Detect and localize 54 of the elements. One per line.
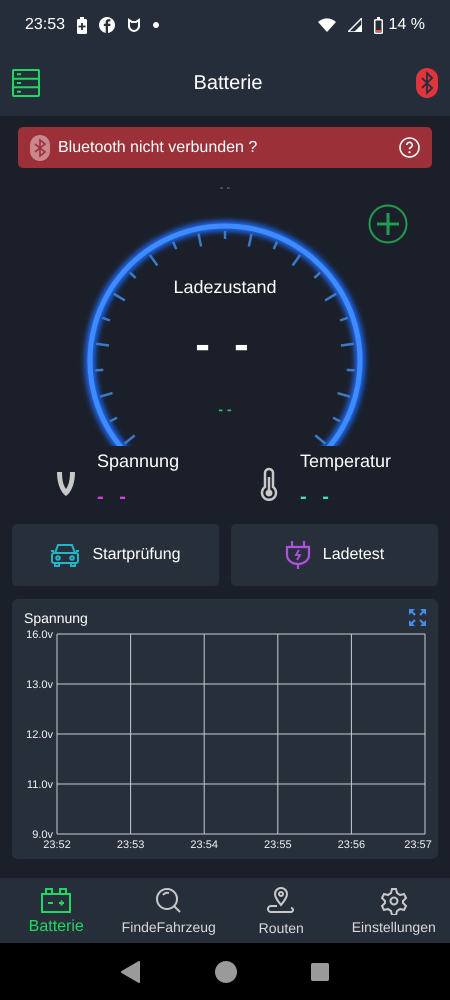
x-axis-label: 23:54 — [190, 839, 218, 851]
app-icon — [99, 17, 116, 33]
reading-label: Temperatur — [300, 451, 392, 472]
action-button[interactable]: Ladetest — [231, 524, 438, 586]
search-icon — [154, 886, 183, 914]
battery-percentage: 14 % — [388, 16, 425, 34]
signal-icon — [348, 18, 362, 32]
chart-title: Spannung — [24, 610, 88, 626]
x-axis-label: 23:53 — [116, 839, 144, 851]
gauge-value: - - — [194, 320, 256, 370]
screen-title: Batterie — [194, 72, 262, 94]
bluetooth-icon — [30, 134, 50, 160]
add-icon[interactable] — [368, 204, 408, 244]
x-axis-label: 23:52 — [43, 839, 71, 851]
settings-icon — [380, 886, 408, 914]
dot-icon — [153, 22, 160, 28]
battery-icon — [374, 16, 383, 34]
x-axis-label: 23:56 — [338, 839, 366, 851]
x-axis-label: 23:55 — [264, 839, 292, 851]
reading-value: - - — [300, 486, 335, 509]
reading-label: Spannung — [97, 451, 180, 472]
v-icon — [55, 470, 77, 498]
shield-icon — [127, 18, 142, 32]
battery-charging-icon — [77, 16, 88, 34]
alert-banner[interactable]: Bluetooth nicht verbunden ? — [18, 127, 432, 168]
alert-text: Bluetooth nicht verbunden ? — [58, 138, 258, 156]
location-pin-icon — [267, 886, 296, 916]
x-axis-label: 23:57 — [404, 839, 432, 851]
battery-icon — [40, 886, 72, 914]
nav-tab[interactable]: Routen — [225, 878, 338, 943]
car-icon — [50, 542, 80, 568]
help-icon[interactable] — [399, 137, 420, 158]
back-icon[interactable] — [121, 961, 141, 983]
y-axis-label: 16.0v — [26, 629, 53, 641]
y-axis-label: 9.0v — [32, 829, 53, 841]
y-axis-label: 11.0v — [26, 779, 53, 791]
action-button[interactable]: Startprüfung — [12, 524, 219, 586]
expand-icon[interactable] — [409, 609, 426, 626]
top-reading: - - — [218, 182, 232, 194]
y-axis-label: 13.0v — [26, 679, 53, 691]
bluetooth-icon[interactable] — [416, 68, 438, 98]
thermometer-icon — [258, 467, 280, 501]
y-axis-label: 12.0v — [26, 729, 53, 741]
gauge-sub-value: - - — [217, 401, 233, 417]
plug-icon — [284, 540, 311, 570]
nav-tab[interactable]: Batterie — [0, 878, 112, 943]
nav-tab[interactable]: FindeFahrzeug — [112, 878, 225, 943]
wifi-icon — [318, 18, 336, 32]
storage-icon[interactable] — [12, 69, 40, 97]
gauge-label: Ladezustand — [172, 277, 278, 298]
reading-value: - - — [97, 486, 132, 509]
home-icon[interactable] — [215, 961, 237, 983]
status-time: 23:53 — [25, 16, 66, 34]
nav-tab[interactable]: Einstellungen — [338, 878, 450, 943]
